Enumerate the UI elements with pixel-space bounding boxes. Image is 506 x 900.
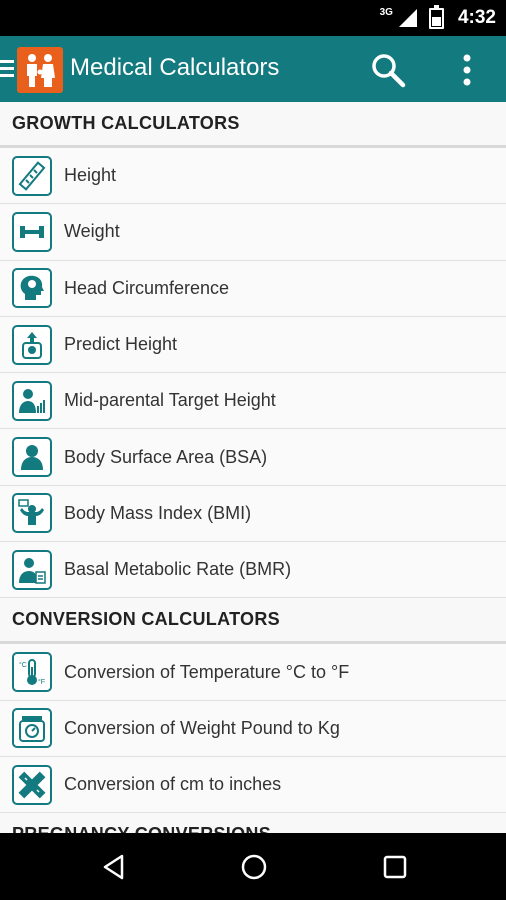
section-header-conversion: CONVERSION CALCULATORS	[0, 598, 506, 645]
family-logo-icon[interactable]	[17, 47, 63, 93]
svg-text:°F: °F	[38, 678, 45, 686]
list-item-label: Conversion of cm to inches	[64, 774, 282, 795]
scale-icon	[12, 708, 52, 749]
battery-icon	[428, 4, 444, 29]
search-icon[interactable]	[368, 50, 408, 90]
list-item-weight-conversion[interactable]: Conversion of Weight Pound to Kg	[0, 700, 506, 757]
list-item-weight[interactable]: Weight	[0, 204, 506, 261]
person-calculator-icon	[12, 549, 52, 590]
navigation-bar	[0, 833, 506, 900]
list-item-label: Conversion of Temperature °C to °F	[64, 661, 350, 682]
bodybuilder-icon	[12, 493, 52, 534]
list-item-label: Mid-parental Target Height	[64, 390, 276, 411]
measuring-tape-icon	[12, 764, 52, 805]
back-icon[interactable]	[100, 853, 128, 886]
list-item-mid-parental-target-height[interactable]: Mid-parental Target Height	[0, 373, 506, 430]
list-item-label: Body Mass Index (BMI)	[64, 502, 252, 523]
list-item-height[interactable]: Height	[0, 148, 506, 205]
section-header-pregnancy: PREGNANCY CONVERSIONS	[0, 813, 506, 833]
svg-text:°C: °C	[19, 661, 27, 669]
status-time: 4:32	[457, 7, 496, 28]
ruler-icon	[12, 155, 52, 196]
app-bar: Medical Calculators	[0, 36, 506, 102]
list-item-label: Conversion of Weight Pound to Kg	[64, 717, 340, 738]
list-item-bmr[interactable]: Basal Metabolic Rate (BMR)	[0, 542, 506, 599]
list-item-label: Height	[64, 165, 117, 186]
thermometer-icon: °C °F	[12, 652, 52, 693]
person-icon	[12, 437, 52, 478]
dumbbell-icon	[12, 211, 52, 252]
list-item-temperature-conversion[interactable]: °C °F Conversion of Temperature °C to °F	[0, 644, 506, 701]
head-brain-icon	[12, 268, 52, 309]
person-chart-icon	[12, 380, 52, 421]
list-item-label: Body Surface Area (BSA)	[64, 446, 268, 467]
list-item-bsa[interactable]: Body Surface Area (BSA)	[0, 429, 506, 486]
list-item-predict-height[interactable]: Predict Height	[0, 316, 506, 374]
section-header-growth: GROWTH CALCULATORS	[0, 102, 506, 148]
list-item-label: Head Circumference	[64, 277, 230, 298]
list-item-length-conversion[interactable]: Conversion of cm to inches	[0, 756, 506, 814]
status-bar: 3G 4:32	[0, 0, 506, 36]
overflow-menu-icon[interactable]	[452, 50, 482, 90]
app-title: Medical Calculators	[70, 54, 280, 81]
predict-height-icon	[12, 324, 52, 365]
signal-icon	[398, 9, 417, 27]
status-icons: 3G 4:32	[380, 0, 496, 36]
calculator-list[interactable]: GROWTH CALCULATORS Height Weight Head Ci…	[0, 102, 506, 833]
list-item-label: Basal Metabolic Rate (BMR)	[64, 559, 292, 580]
home-icon[interactable]	[240, 853, 268, 886]
list-item-label: Weight	[64, 221, 120, 242]
network-type: 3G	[379, 6, 393, 18]
drawer-menu-icon[interactable]	[0, 60, 14, 77]
list-item-head-circumference[interactable]: Head Circumference	[0, 260, 506, 317]
recent-apps-icon[interactable]	[381, 853, 409, 886]
list-item-bmi[interactable]: Body Mass Index (BMI)	[0, 485, 506, 543]
list-item-label: Predict Height	[64, 334, 178, 355]
